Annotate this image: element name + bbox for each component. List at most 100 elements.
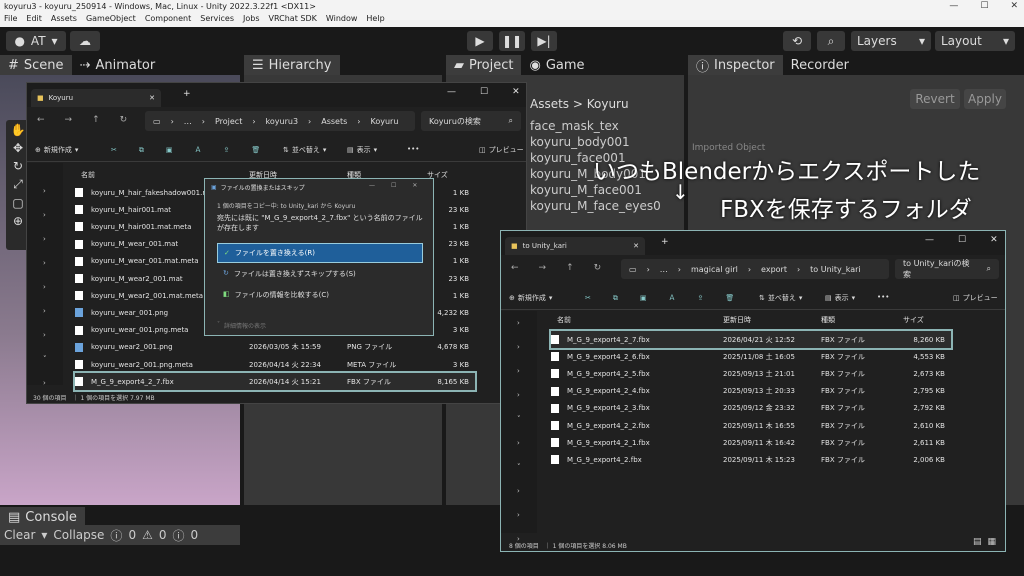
maximize-icon[interactable]: ☐ xyxy=(980,1,988,11)
table-row[interactable]: M_G_9_export4_2_6.fbx 2025/11/08 土 16:05 F… xyxy=(551,348,951,365)
nav-pane[interactable]: › › › › ˅ › ˅ › › › xyxy=(501,311,537,543)
revert-button[interactable]: Revert xyxy=(910,89,960,109)
new-tab-icon[interactable]: + xyxy=(661,237,669,247)
tab-animator[interactable]: ⇢ Animator xyxy=(72,55,164,75)
refresh-icon[interactable]: ↻ xyxy=(120,115,128,125)
paste-icon[interactable]: ▣ xyxy=(640,294,647,302)
close-icon[interactable]: ✕ xyxy=(990,235,998,245)
chevron-right-icon[interactable]: › xyxy=(43,211,63,219)
chevron-right-icon[interactable]: › xyxy=(43,283,63,291)
tiles-view-icon[interactable]: ▦ xyxy=(988,537,997,547)
list-item[interactable]: koyuru_body001 xyxy=(530,134,661,150)
maximize-icon[interactable]: ☐ xyxy=(480,87,488,97)
chevron-down-icon[interactable]: ˅ xyxy=(517,415,537,423)
search-input[interactable]: to Unity_kariの検索 ⌕ xyxy=(895,259,999,279)
more-icon[interactable]: ••• xyxy=(877,293,889,301)
refresh-icon[interactable]: ↻ xyxy=(594,263,602,273)
column-header-name[interactable]: 名前 xyxy=(81,166,95,183)
new-button[interactable]: ⊕ 新規作成 ▾ xyxy=(35,145,78,155)
view-button[interactable]: ▤ 表示 ▾ xyxy=(347,145,377,155)
tab-inspector[interactable]: ⓘ Inspector xyxy=(688,55,783,75)
paste-icon[interactable]: ▣ xyxy=(166,146,173,154)
tab-hierarchy[interactable]: ☰ Hierarchy xyxy=(244,55,340,75)
transform-tool-icon[interactable]: ⊕ xyxy=(13,214,23,228)
chevron-right-icon[interactable]: › xyxy=(517,343,537,351)
maximize-icon[interactable]: ☐ xyxy=(391,182,396,189)
breadcrumb-item[interactable]: Assets xyxy=(321,117,347,126)
menu-edit[interactable]: Edit xyxy=(26,14,42,26)
chevron-right-icon[interactable]: › xyxy=(517,439,537,447)
menu-jobs[interactable]: Jobs xyxy=(243,14,260,26)
chevron-down-icon[interactable]: ▾ xyxy=(41,528,47,542)
table-row[interactable]: M_G_9_export4_2_1.fbx 2025/09/11 木 16:42 F… xyxy=(551,434,951,451)
up-icon[interactable]: ↑ xyxy=(92,115,100,125)
chevron-right-icon[interactable]: › xyxy=(43,259,63,267)
new-tab-icon[interactable]: + xyxy=(183,89,191,99)
tab-koyuru[interactable]: ■ Koyuru ✕ xyxy=(31,89,161,107)
column-header-date[interactable]: 更新日時 xyxy=(723,311,751,328)
chevron-right-icon[interactable]: › xyxy=(517,487,537,495)
list-item[interactable]: koyuru_M_face_eyes0 xyxy=(530,198,661,214)
scale-tool-icon[interactable]: ⤢ xyxy=(13,177,23,192)
forward-icon[interactable]: → xyxy=(65,115,73,125)
breadcrumb-item[interactable]: Koyuru xyxy=(371,117,399,126)
column-header-type[interactable]: 種類 xyxy=(821,311,835,328)
warning-count-icon[interactable]: ⚠ xyxy=(142,528,153,542)
menu-window[interactable]: Window xyxy=(326,14,358,26)
chevron-right-icon[interactable]: › xyxy=(43,331,63,339)
copy-icon[interactable]: ⧉ xyxy=(139,146,144,155)
menu-vrchat-sdk[interactable]: VRChat SDK xyxy=(269,14,317,26)
menu-gameobject[interactable]: GameObject xyxy=(86,14,136,26)
layers-dropdown[interactable]: Layers ▾ xyxy=(851,31,931,51)
sort-button[interactable]: ⇅ 並べ替え ▾ xyxy=(759,293,802,303)
details-view-icon[interactable]: ▤ xyxy=(973,537,982,547)
column-header-size[interactable]: サイズ xyxy=(903,311,924,328)
menu-assets[interactable]: Assets xyxy=(51,14,77,26)
preview-button[interactable]: ◫ プレビュー xyxy=(479,145,524,155)
maximize-icon[interactable]: ☐ xyxy=(958,235,966,245)
search-input[interactable]: Koyuruの検索 ⌕ xyxy=(421,111,521,131)
chevron-right-icon[interactable]: › xyxy=(43,235,63,243)
skip-file-button[interactable]: ↻ ファイルは置き換えずスキップする(S) xyxy=(223,269,356,279)
menu-file[interactable]: File xyxy=(4,14,17,26)
cut-icon[interactable]: ✂ xyxy=(585,294,591,302)
tab-project[interactable]: ▰ Project xyxy=(446,55,522,75)
minimize-icon[interactable]: — xyxy=(949,1,958,11)
collapse-button[interactable]: Collapse xyxy=(53,528,104,542)
replace-file-button[interactable]: ✓ ファイルを置き換える(R) xyxy=(217,243,423,263)
tab-console[interactable]: ▤ Console xyxy=(0,507,85,527)
apply-button[interactable]: Apply xyxy=(964,89,1006,109)
chevron-down-icon[interactable]: ˅ xyxy=(43,355,63,363)
close-icon[interactable]: ✕ xyxy=(149,94,155,102)
back-icon[interactable]: ← xyxy=(37,115,45,125)
minimize-icon[interactable]: — xyxy=(447,87,456,97)
rect-tool-icon[interactable]: ▢ xyxy=(12,196,23,210)
breadcrumb-item[interactable]: magical girl xyxy=(691,265,738,274)
move-tool-icon[interactable]: ✥ xyxy=(13,141,23,155)
tab-to-unity-kari[interactable]: ■ to Unity_kari ✕ xyxy=(505,237,645,255)
share-icon[interactable]: ⇪ xyxy=(224,146,230,154)
error-count-icon[interactable]: ⓘ xyxy=(172,527,184,544)
table-row[interactable]: M_G_9_export4_2_7.fbx 2026/04/14 火 15:21 F… xyxy=(73,371,477,393)
window-controls[interactable]: — ☐ ✕ xyxy=(949,1,1018,11)
delete-icon[interactable]: 🗑 xyxy=(725,294,734,302)
back-icon[interactable]: ← xyxy=(511,263,519,273)
chevron-down-icon[interactable]: ˅ xyxy=(517,463,537,471)
info-count-icon[interactable]: ⓘ xyxy=(110,527,122,544)
table-row[interactable]: M_G_9_export4_2_2.fbx 2025/09/11 木 16:55 F… xyxy=(551,417,951,434)
preview-button[interactable]: ◫ プレビュー xyxy=(953,293,998,303)
close-icon[interactable]: ✕ xyxy=(1010,1,1018,11)
table-row[interactable]: koyuru_wear2_001.png.meta 2026/04/14 火 22… xyxy=(75,356,475,373)
chevron-right-icon[interactable]: › xyxy=(517,367,537,375)
pause-button[interactable]: ❚❚ xyxy=(499,31,525,51)
delete-icon[interactable]: 🗑 xyxy=(251,146,260,154)
table-row[interactable]: M_G_9_export4_2.fbx 2025/09/11 木 15:23 FBX… xyxy=(551,451,951,468)
rename-icon[interactable]: Ａ xyxy=(669,293,676,303)
sort-button[interactable]: ⇅ 並べ替え ▾ xyxy=(283,145,326,155)
cut-icon[interactable]: ✂ xyxy=(111,146,117,154)
share-icon[interactable]: ⇪ xyxy=(698,294,704,302)
breadcrumb-item[interactable]: export xyxy=(761,265,787,274)
close-icon[interactable]: ✕ xyxy=(512,87,520,97)
minimize-icon[interactable]: — xyxy=(925,235,934,245)
more-details-toggle[interactable]: ˅ 詳細情報の表示 xyxy=(217,321,266,330)
